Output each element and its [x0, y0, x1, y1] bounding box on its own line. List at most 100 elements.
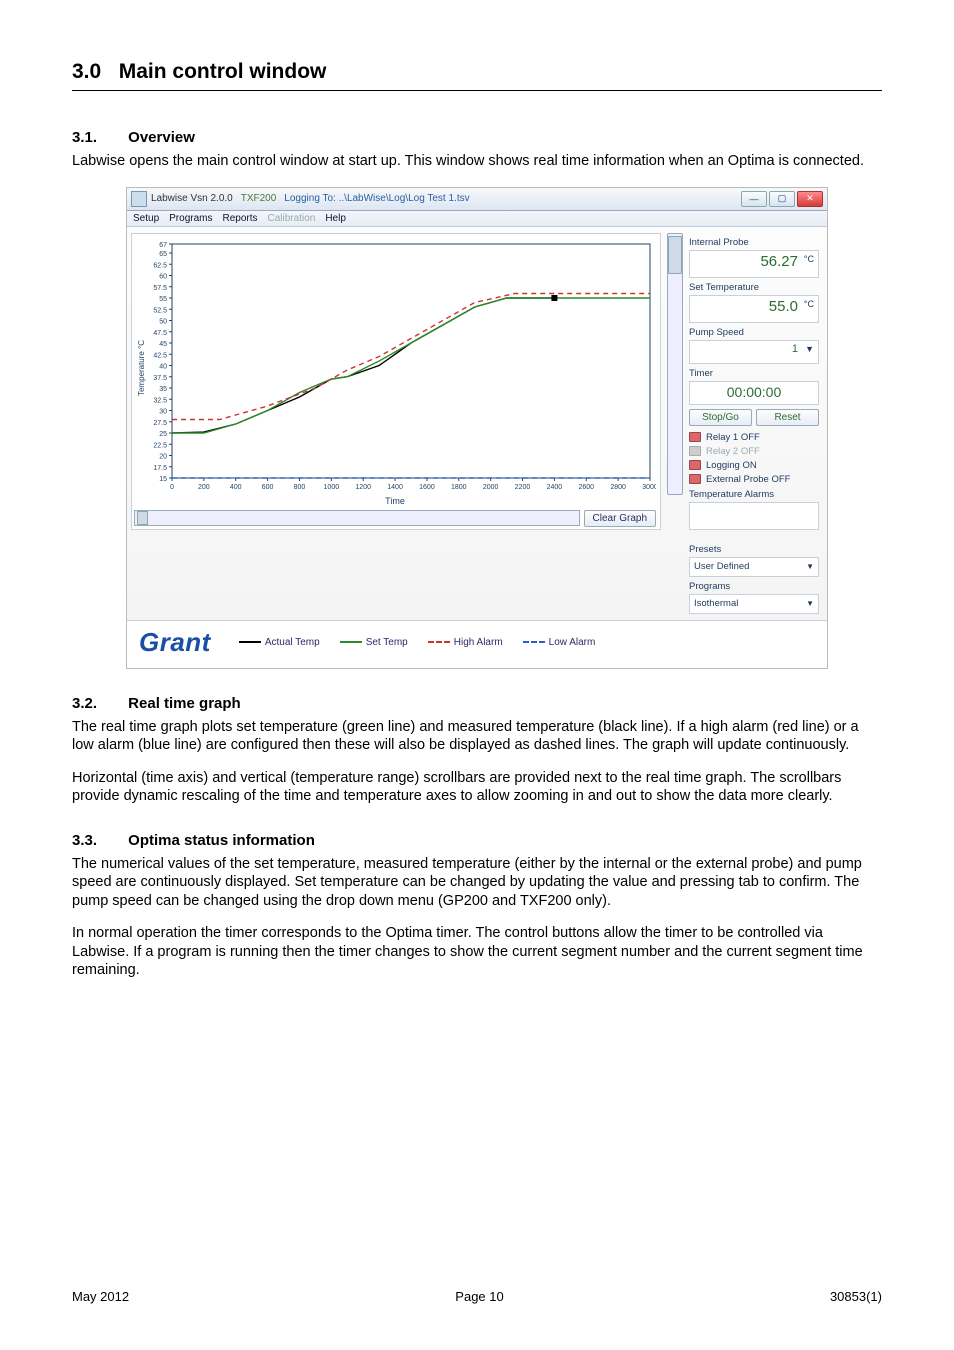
svg-text:30: 30 [159, 408, 167, 415]
svg-text:200: 200 [198, 484, 210, 491]
reset-button[interactable]: Reset [756, 409, 819, 426]
section-32-p2: Horizontal (time axis) and vertical (tem… [72, 769, 882, 806]
section-title: Optima status information [128, 832, 315, 849]
logging-label: Logging ON [706, 460, 757, 471]
svg-text:27.5: 27.5 [153, 419, 167, 426]
programs-select[interactable]: Isothermal▼ [689, 594, 819, 614]
svg-text:52.5: 52.5 [153, 307, 167, 314]
section-num: 3.1. [72, 129, 124, 146]
pump-speed-select[interactable]: 1 ▼ [689, 340, 819, 364]
alarms-box [689, 502, 819, 530]
app-title: Labwise Vsn 2.0.0 [151, 193, 233, 204]
extprobe-led [689, 474, 701, 484]
menu-help[interactable]: Help [325, 213, 346, 224]
section-num: 3.2. [72, 695, 124, 712]
svg-text:3000: 3000 [642, 484, 656, 491]
svg-text:42.5: 42.5 [153, 352, 167, 359]
app-icon [131, 191, 147, 207]
menu-calibration[interactable]: Calibration [268, 213, 316, 224]
maximize-button[interactable]: ▢ [769, 191, 795, 207]
figure-footer: Grant Actual Temp Set Temp High Alarm Lo… [127, 620, 827, 668]
menu-setup[interactable]: Setup [133, 213, 159, 224]
section-31-heading: 3.1. Overview [72, 129, 882, 146]
svg-text:55: 55 [159, 296, 167, 303]
close-button[interactable]: ✕ [797, 191, 823, 207]
alarms-label: Temperature Alarms [689, 489, 819, 500]
section-title: Real time graph [128, 695, 241, 712]
menu-reports[interactable]: Reports [223, 213, 258, 224]
svg-text:60: 60 [159, 273, 167, 280]
relay1-label: Relay 1 OFF [706, 432, 760, 443]
logging-led [689, 460, 701, 470]
programs-label: Programs [689, 581, 819, 592]
heading-num: 3.0 [72, 60, 101, 83]
set-temp-label: Set Temperature [689, 282, 819, 293]
set-temp-field[interactable]: 55.0 °C [689, 295, 819, 323]
minimize-button[interactable]: — [741, 191, 767, 207]
log-path: Logging To: ..\LabWise\Log\Log Test 1.ts… [284, 193, 469, 204]
svg-text:2400: 2400 [547, 484, 563, 491]
svg-text:1400: 1400 [387, 484, 403, 491]
section-31-text: Labwise opens the main control window at… [72, 152, 882, 171]
svg-text:62.5: 62.5 [153, 262, 167, 269]
svg-text:Temperature °C: Temperature °C [137, 339, 146, 395]
section-33-p2: In normal operation the timer correspond… [72, 924, 882, 980]
status-leds: Relay 1 OFF Relay 2 OFF Logging ON Exter… [689, 432, 819, 485]
svg-text:2600: 2600 [578, 484, 594, 491]
svg-text:35: 35 [159, 386, 167, 393]
heading-title: Main control window [119, 60, 327, 83]
app-window: Labwise Vsn 2.0.0 TXF200 Logging To: ..\… [126, 187, 828, 669]
svg-text:22.5: 22.5 [153, 442, 167, 449]
menubar: Setup Programs Reports Calibration Help [127, 211, 827, 227]
footer-center: Page 10 [455, 1289, 503, 1304]
clear-graph-button[interactable]: Clear Graph [584, 510, 656, 527]
relay2-label: Relay 2 OFF [706, 446, 760, 457]
svg-text:2000: 2000 [483, 484, 499, 491]
timer-label: Timer [689, 368, 819, 379]
time-scrollbar[interactable] [134, 510, 580, 526]
svg-text:65: 65 [159, 251, 167, 258]
stopgo-button[interactable]: Stop/Go [689, 409, 752, 426]
legend-high-line [428, 641, 450, 643]
internal-probe-label: Internal Probe [689, 237, 819, 248]
svg-text:2800: 2800 [610, 484, 626, 491]
section-33-p1: The numerical values of the set temperat… [72, 855, 882, 911]
svg-text:1000: 1000 [324, 484, 340, 491]
page-heading: 3.0 Main control window [72, 60, 882, 84]
chart-legend: Actual Temp Set Temp High Alarm Low Alar… [239, 637, 596, 648]
menu-programs[interactable]: Programs [169, 213, 212, 224]
svg-text:67: 67 [159, 242, 167, 249]
svg-text:2200: 2200 [515, 484, 531, 491]
section-33-heading: 3.3. Optima status information [72, 832, 882, 849]
status-panel: Internal Probe 56.27 °C Set Temperature … [689, 233, 819, 614]
presets-select[interactable]: User Defined▼ [689, 557, 819, 577]
footer-left: May 2012 [72, 1289, 129, 1304]
pump-speed-label: Pump Speed [689, 327, 819, 338]
legend-actual: Actual Temp [265, 637, 320, 648]
page-footer: May 2012 Page 10 30853(1) [72, 1289, 882, 1304]
doc-id: TXF200 [241, 193, 277, 204]
svg-text:1200: 1200 [355, 484, 371, 491]
legend-set-line [340, 641, 362, 643]
presets-label: Presets [689, 544, 819, 555]
svg-text:0: 0 [170, 484, 174, 491]
legend-actual-line [239, 641, 261, 643]
extprobe-label: External Probe OFF [706, 474, 790, 485]
temp-scrollbar[interactable] [667, 233, 683, 495]
svg-text:1600: 1600 [419, 484, 435, 491]
relay1-led [689, 432, 701, 442]
svg-text:400: 400 [230, 484, 242, 491]
timer-value: 00:00:00 [689, 381, 819, 405]
section-num: 3.3. [72, 832, 124, 849]
svg-text:45: 45 [159, 341, 167, 348]
svg-text:32.5: 32.5 [153, 397, 167, 404]
svg-text:50: 50 [159, 318, 167, 325]
svg-text:25: 25 [159, 431, 167, 438]
divider [72, 90, 882, 91]
svg-text:600: 600 [262, 484, 274, 491]
grant-logo: Grant [139, 627, 211, 658]
realtime-chart: 1517.52022.52527.53032.53537.54042.54547… [134, 238, 656, 498]
legend-low: Low Alarm [549, 637, 596, 648]
legend-high: High Alarm [454, 637, 503, 648]
footer-right: 30853(1) [830, 1289, 882, 1304]
